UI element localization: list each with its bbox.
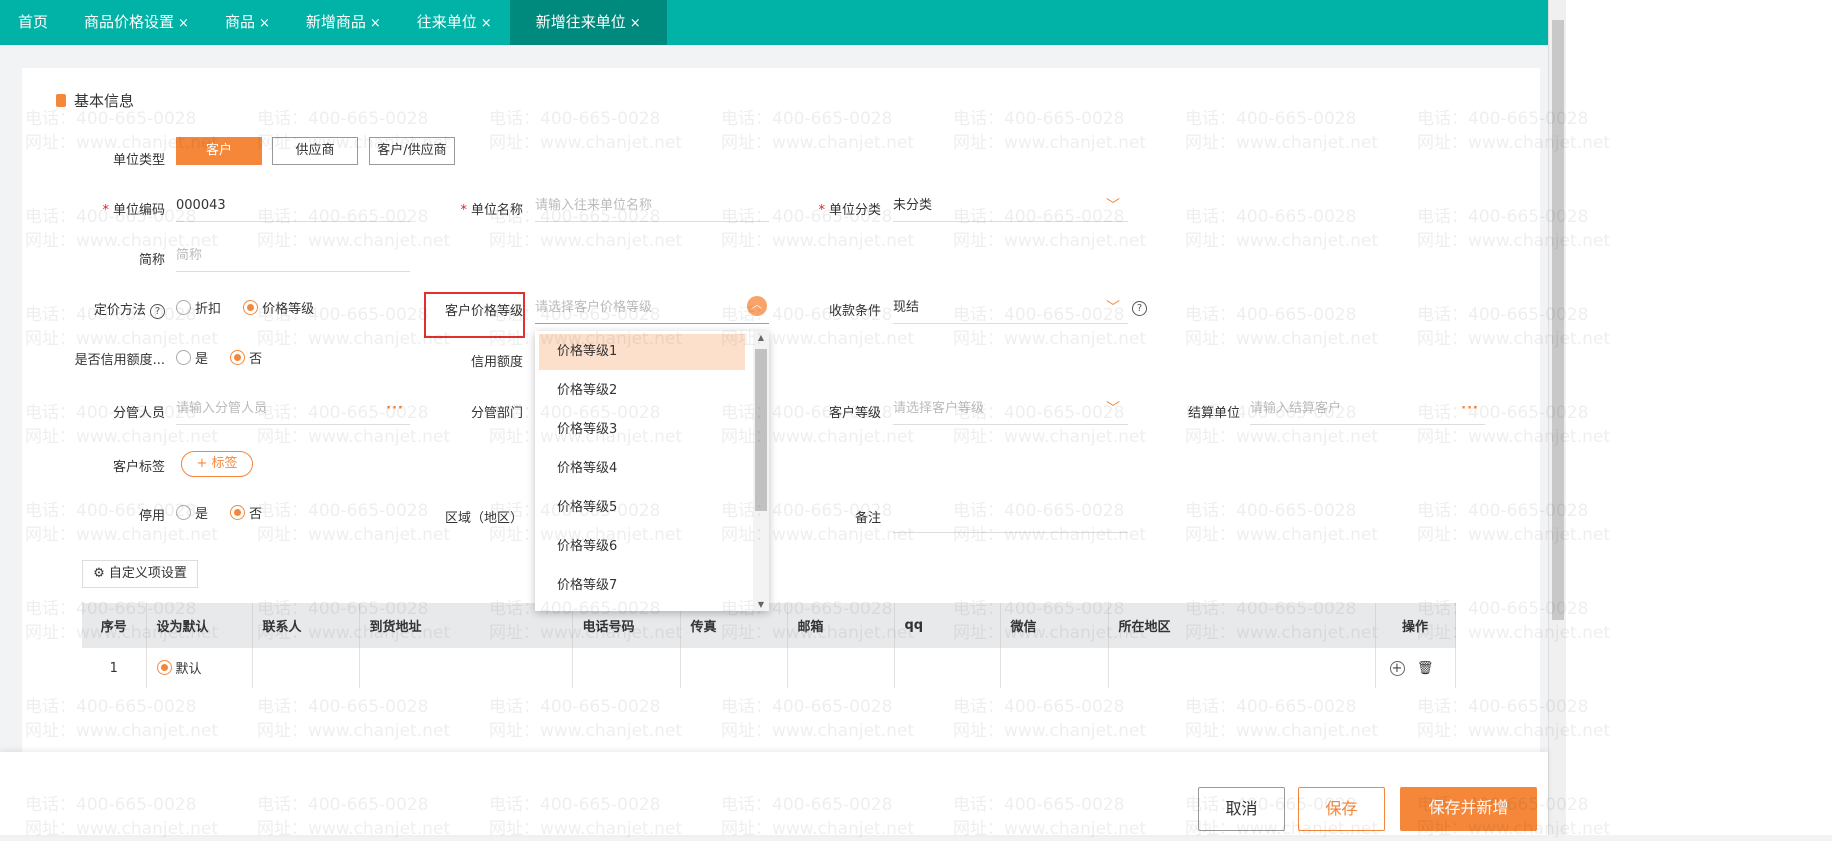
add-row-icon[interactable]: + [1389, 660, 1405, 676]
remark-label: 备注 [854, 511, 881, 526]
chevron-down-icon: ﹀ [1106, 198, 1120, 214]
dropdown-option[interactable]: 价格等级6 [539, 529, 745, 565]
unit-type-label: 单位类型 [112, 153, 165, 168]
tag-label: 客户标签 [112, 460, 165, 475]
radio-no[interactable]: 否 [230, 348, 262, 367]
tab-4[interactable]: 往来单位 × [399, 0, 510, 45]
category-select[interactable]: 未分类 ﹀ [893, 194, 1128, 222]
credit-ctrl-label: 是否信用额度... [74, 353, 165, 368]
trash-icon[interactable]: 🗑 [1417, 661, 1434, 676]
help-icon[interactable]: ? [1132, 301, 1147, 316]
default-radio[interactable]: 默认 [156, 658, 202, 677]
pricing-label: 定价方法 ? [35, 299, 165, 319]
column-header: 操作 [1375, 603, 1456, 648]
short-name-label: 简称 [138, 253, 165, 268]
page-scrollbar[interactable] [1548, 0, 1832, 835]
dropdown-option[interactable]: 价格等级4 [539, 451, 745, 487]
add-tag-button[interactable]: + 标签 [181, 451, 253, 477]
manager-input[interactable]: 请输入分管人员 ··· [176, 397, 410, 425]
level-label: 客户等级 [828, 406, 881, 421]
tab-3[interactable]: 新增商品 × [288, 0, 399, 45]
column-header: qq [894, 603, 1001, 648]
short-name-input[interactable]: 简称 [176, 244, 410, 272]
radio-discount[interactable]: 折扣 [176, 298, 221, 317]
contacts-table: 序号 设为默认 联系人 到货地址 电话号码 传真 邮箱 qq 微信 所在地区 操作 1 默认 + 🗑 [82, 603, 1456, 688]
payment-label: 收款条件 [828, 304, 881, 319]
save-and-new-button[interactable]: 保存并新增 [1400, 787, 1537, 831]
close-icon[interactable]: × [630, 16, 641, 31]
price-level-label: 客户价格等级 [444, 304, 523, 319]
type-customer-button[interactable]: 客户 [176, 137, 262, 165]
type-both-button[interactable]: 客户/供应商 [369, 137, 455, 165]
settle-input[interactable]: 请输入结算客户 ··· [1250, 397, 1485, 425]
tab-bar: 首页 商品价格设置 × 商品 × 新增商品 × 往来单位 × 新增往来单位 × [0, 0, 1548, 45]
dropdown-scrollbar[interactable]: ▲ ▼ [753, 331, 769, 611]
remark-input[interactable] [893, 505, 1128, 533]
more-icon[interactable]: ··· [1461, 397, 1479, 421]
close-icon[interactable]: × [178, 16, 189, 31]
disabled-label: 停用 [138, 509, 165, 524]
column-header: 联系人 [252, 603, 360, 648]
radio-yes[interactable]: 是 [176, 348, 208, 367]
settle-label: 结算单位 [1187, 406, 1240, 421]
price-level-dropdown: 价格等级1价格等级2价格等级3价格等级4价格等级5价格等级6价格等级7 价格等级8… [535, 331, 769, 611]
type-supplier-button[interactable]: 供应商 [272, 137, 358, 165]
price-level-select[interactable]: 请选择客户价格等级 ︿ [535, 296, 769, 324]
radio-no[interactable]: 否 [230, 503, 262, 522]
chevron-down-icon: ﹀ [1106, 300, 1120, 316]
credit-ctrl-radios: 是 否 [176, 348, 280, 369]
category-label: * 单位分类 [818, 203, 881, 218]
close-icon[interactable]: × [259, 16, 270, 31]
gear-icon: ⚙ [93, 566, 105, 581]
dropdown-option[interactable]: 价格等级2 [539, 373, 745, 409]
pricing-radios: 折扣 价格等级 [176, 298, 332, 319]
dropdown-option[interactable]: 价格等级1 [539, 334, 745, 370]
name-input[interactable]: 请输入往来单位名称 [535, 194, 769, 222]
manager-label: 分管人员 [112, 406, 165, 421]
dropdown-option[interactable]: 价格等级7 [539, 568, 745, 604]
close-icon[interactable]: × [370, 16, 381, 31]
payment-select[interactable]: 现结 ﹀ [893, 296, 1128, 324]
document-icon [56, 94, 66, 107]
credit-label: 信用额度 [470, 355, 523, 370]
region-label: 区域（地区） [444, 511, 523, 526]
column-header: 所在地区 [1108, 603, 1376, 648]
help-icon[interactable]: ? [150, 304, 165, 319]
column-header: 序号 [82, 603, 147, 648]
dropdown-option[interactable]: 价格等级3 [539, 412, 745, 448]
save-button[interactable]: 保存 [1298, 787, 1385, 831]
tab-1[interactable]: 商品价格设置 × [66, 0, 207, 45]
cancel-button[interactable]: 取消 [1198, 787, 1285, 831]
column-header: 设为默认 [146, 603, 253, 648]
table-row: 1 默认 + 🗑 [82, 648, 1456, 688]
close-icon[interactable]: × [481, 16, 492, 31]
column-header: 微信 [1000, 603, 1109, 648]
radio-yes[interactable]: 是 [176, 503, 208, 522]
dept-label: 分管部门 [470, 406, 523, 421]
code-input[interactable]: 000043 [176, 194, 410, 222]
radio-price-level[interactable]: 价格等级 [243, 298, 314, 317]
level-select[interactable]: 请选择客户等级 ﹀ [893, 397, 1128, 425]
tab-5[interactable]: 新增往来单位 × [509, 0, 667, 45]
section-basic-info: 基本信息 [56, 90, 134, 111]
tab-2[interactable]: 商品 × [207, 0, 288, 45]
dropdown-option[interactable]: 价格等级8 [539, 607, 745, 611]
dropdown-option[interactable]: 价格等级5 [539, 490, 745, 526]
tab-0[interactable]: 首页 [0, 0, 66, 45]
code-label: * 单位编码 [102, 203, 165, 218]
custom-fields-button[interactable]: ⚙ 自定义项设置 [82, 560, 198, 588]
column-header: 邮箱 [787, 603, 895, 648]
disabled-radios: 是 否 [176, 503, 280, 524]
name-label: * 单位名称 [460, 203, 523, 218]
